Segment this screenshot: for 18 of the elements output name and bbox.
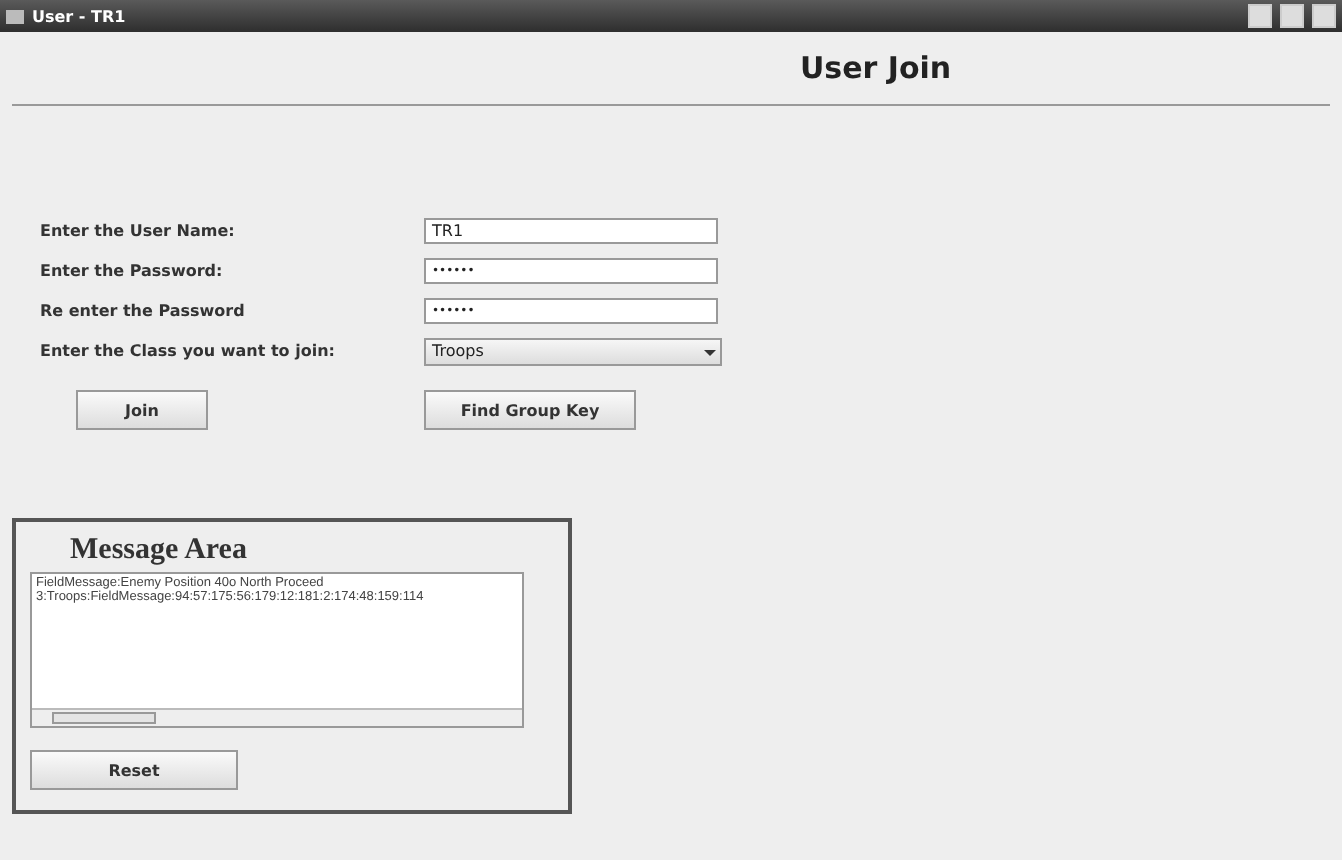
app-icon [6,7,24,25]
minimize-button[interactable] [1248,4,1272,28]
reset-button[interactable]: Reset [30,750,238,790]
join-button[interactable]: Join [76,390,208,430]
field-label: Enter the Class you want to join: [40,342,337,360]
maximize-button[interactable] [1280,4,1304,28]
horizontal-scrollbar[interactable] [32,708,522,726]
panel-title: Message Area [70,534,249,568]
field-label: Enter the User Name: [40,222,237,240]
class-dropdown[interactable]: Troops [424,337,722,365]
field-label: Enter the Password: [40,262,225,280]
window-title: User - TR1 [32,7,128,25]
find-group-key-button[interactable]: Find Group Key [424,390,636,430]
close-button[interactable] [1312,4,1336,28]
field-label: Re enter the Password [40,302,247,320]
page-heading: User Join [800,50,952,86]
scroll-thumb[interactable] [52,712,156,724]
input-field[interactable]: TR1 [424,218,718,244]
